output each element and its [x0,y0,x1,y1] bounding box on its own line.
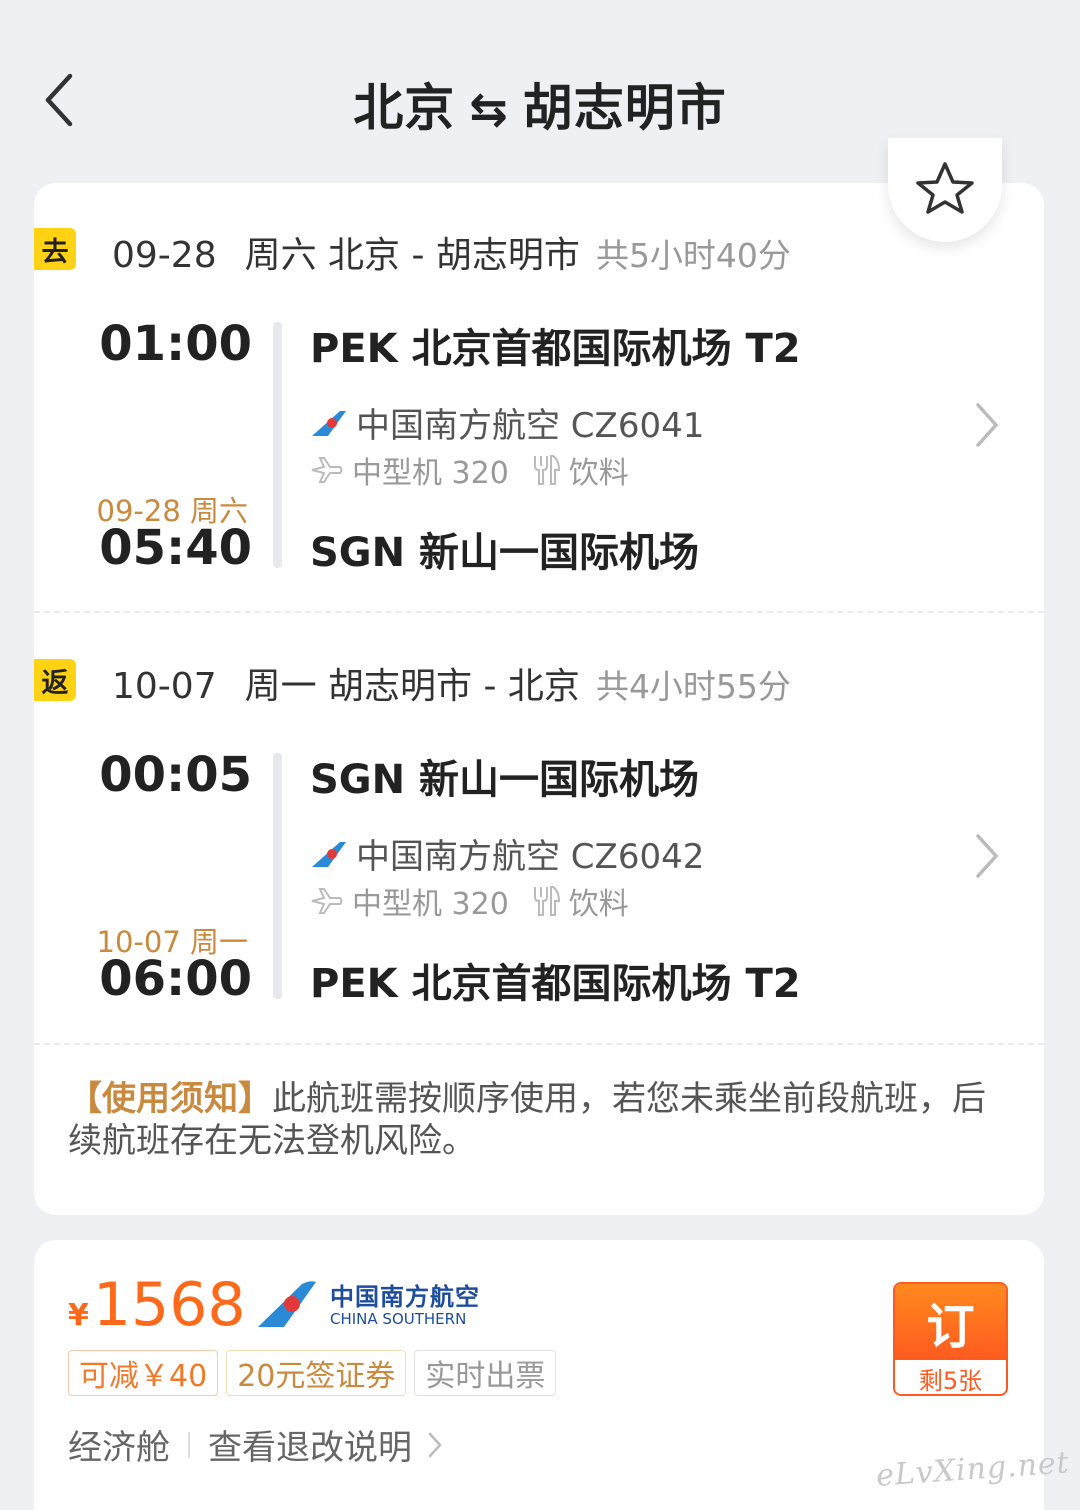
book-button[interactable]: 订 剩5张 [893,1282,1008,1396]
refund-policy-link[interactable]: 查看退改说明 [208,1420,442,1469]
outbound-route: 周六 北京 - 胡志明市 [244,235,580,276]
chevron-right-icon[interactable] [972,832,1002,880]
outbound-airline: 中国南方航空 CZ6041 [310,398,704,447]
airline-logo-icon [312,410,346,436]
utensils-icon [531,885,561,917]
page-title: 北京 ⇆ 胡志明市 [0,68,1080,140]
return-header: 10-07 周一 胡志明市 - 北京 共4小时55分 [112,657,791,709]
separator [188,1431,190,1458]
cabin-class: 经济舱 [68,1428,170,1468]
outbound-header: 09-28 周六 北京 - 胡志明市 共5小时40分 [112,226,791,278]
return-route: 周一 胡志明市 - 北京 [244,666,580,707]
price-amount: 1568 [92,1270,246,1340]
return-depart-time: 00:05 [99,747,252,803]
plane-icon [310,887,344,915]
return-segment[interactable]: 返 10-07 周一 胡志明市 - 北京 共4小时55分 00:05 SGN 新山一… [34,657,1044,1017]
airline-logo-icon [312,841,346,867]
outbound-arrive-airport: SGN 新山一国际机场 [310,530,700,576]
outbound-tag: 去 [34,228,76,270]
remaining-tickets: 剩5张 [895,1360,1006,1394]
airline-logo-icon [258,1281,316,1327]
discount-tag: 可减￥40 [68,1350,219,1396]
visa-coupon-tag: 20元签证券 [226,1350,407,1396]
return-arrive-time: 06:00 [99,951,252,1007]
return-duration: 共4小时55分 [595,667,791,706]
return-airline: 中国南方航空 CZ6042 [310,829,704,878]
destination-city: 胡志明市 [522,79,727,137]
notice-title: 【使用须知】 [68,1079,272,1119]
outbound-date: 09-28 [112,235,217,276]
outbound-duration: 共5小时40分 [595,236,791,275]
currency-symbol: ¥ [68,1298,89,1333]
divider [34,611,1044,613]
cabin-row: 经济舱 查看退改说明 [68,1420,442,1469]
chevron-right-icon [428,1432,442,1457]
promo-tags: 可减￥40 20元签证券 实时出票 [68,1350,557,1396]
chevron-right-icon[interactable] [972,401,1002,449]
return-arrive-airport: PEK 北京首都国际机场 T2 [310,961,801,1007]
return-date: 10-07 [112,666,217,707]
origin-city: 北京 [353,79,456,137]
star-icon [916,162,974,214]
return-tag: 返 [34,659,76,701]
utensils-icon [531,454,561,486]
airline-brand: 中国南方航空 CHINA SOUTHERN [330,1283,480,1328]
outbound-depart-airport: PEK 北京首都国际机场 T2 [310,326,801,372]
timeline-line [273,322,282,568]
return-meta: 中型机 320 饮料 [310,879,629,923]
outbound-depart-time: 01:00 [99,316,252,372]
usage-notice: 【使用须知】此航班需按顺序使用，若您未乘坐前段航班，后续航班存在无法登机风险。 [68,1078,988,1162]
divider [34,1043,1044,1045]
outbound-meta: 中型机 320 饮料 [310,448,629,492]
swap-icon: ⇆ [469,82,509,136]
timeline-line [273,753,282,999]
outbound-segment[interactable]: 去 09-28 周六 北京 - 胡志明市 共5小时40分 01:00 PEK 北京首… [34,226,1044,586]
plane-icon [310,456,344,484]
price: ¥1568 [68,1270,246,1340]
book-label: 订 [895,1284,1006,1360]
return-depart-airport: SGN 新山一国际机场 [310,757,700,803]
instant-ticket-tag: 实时出票 [414,1350,557,1396]
outbound-arrive-time: 05:40 [99,520,252,576]
